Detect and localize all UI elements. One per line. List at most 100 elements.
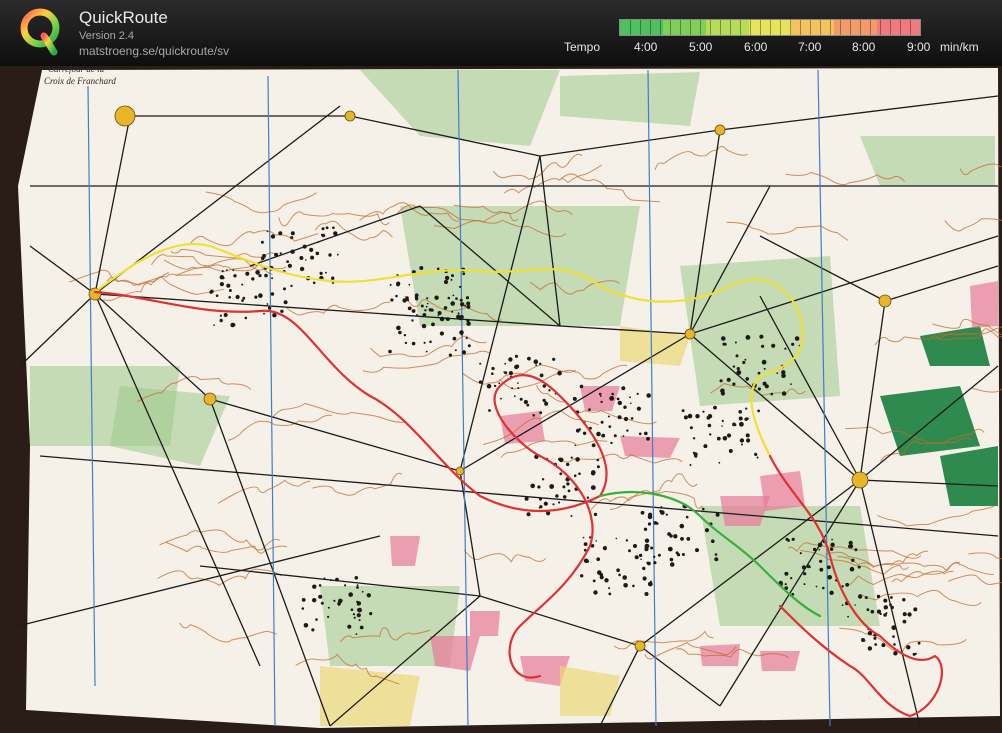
boulder-dot: [355, 633, 358, 635]
boulder-dot: [711, 539, 715, 543]
boulder-dot: [461, 350, 467, 355]
tempo-scale-tick: [700, 20, 701, 35]
boulder-dot: [279, 252, 282, 255]
tempo-scale-tick: [840, 20, 841, 35]
boulder-dot: [740, 443, 743, 446]
boulder-dot: [745, 417, 749, 421]
boulder-dot: [679, 523, 685, 529]
boulder-dot: [530, 483, 535, 489]
orienteering-map[interactable]: Carrefour de la Croix de Franchard: [0, 66, 1002, 733]
boulder-dot: [268, 306, 272, 310]
tempo-scale-tick: [790, 20, 791, 35]
map-canvas[interactable]: Carrefour de la Croix de Franchard: [0, 66, 1002, 733]
boulder-dot: [552, 357, 556, 361]
boulder-dot: [287, 263, 292, 268]
boulder-dot: [403, 334, 407, 337]
boulder-dot: [735, 354, 739, 358]
app-url-link[interactable]: matstroeng.se/quickroute/sv: [79, 44, 229, 58]
boulder-dot: [283, 300, 288, 305]
boulder-dot: [667, 546, 673, 552]
boulder-dot: [271, 277, 274, 280]
boulder-dot: [424, 309, 427, 312]
boulder-dot: [586, 496, 590, 499]
boulder-dot: [320, 601, 324, 605]
tempo-segment: [791, 20, 835, 35]
boulder-dot: [338, 598, 343, 604]
boulder-dot: [222, 276, 225, 280]
boulder-dot: [650, 546, 654, 550]
tempo-tick-label: 6:00: [744, 40, 768, 54]
boulder-dot: [221, 270, 224, 273]
tempo-scale-tick: [690, 20, 691, 35]
boulder-dot: [601, 433, 606, 438]
boulder-dot: [583, 542, 588, 546]
boulder-dot: [466, 321, 471, 326]
boulder-dot: [573, 474, 577, 478]
tempo-tick-label: 5:00: [689, 40, 713, 54]
boulder-dot: [312, 281, 316, 285]
boulder-dot: [500, 397, 502, 400]
boulder-dot: [359, 625, 364, 630]
boulder-dot: [537, 485, 541, 489]
boulder-dot: [597, 570, 602, 575]
boulder-dot: [258, 293, 263, 298]
boulder-dot: [241, 283, 244, 286]
boulder-dot: [426, 302, 429, 305]
boulder-dot: [732, 365, 736, 368]
boulder-dot: [301, 607, 305, 610]
boulder-dot: [535, 364, 537, 366]
boulder-dot: [714, 553, 718, 556]
boulder-dot: [686, 537, 691, 541]
boulder-dot: [891, 625, 897, 631]
tempo-segment: [877, 20, 921, 35]
tempo-scale-tick: [710, 20, 711, 35]
boulder-dot: [443, 306, 448, 310]
boulder-dot: [759, 334, 764, 339]
boulder-dot: [213, 324, 215, 326]
boulder-dot: [254, 295, 258, 299]
boulder-dot: [736, 370, 742, 375]
boulder-dot: [356, 584, 359, 587]
boulder-dot: [274, 252, 279, 257]
boulder-dot: [827, 565, 831, 570]
boulder-dot: [745, 407, 748, 410]
boulder-dot: [745, 377, 749, 381]
boulder-dot: [626, 429, 629, 432]
boulder-dot: [653, 555, 656, 559]
boulder-dot: [889, 603, 892, 607]
boulder-dot: [425, 305, 428, 308]
boulder-dot: [354, 576, 359, 580]
boulder-dot: [642, 566, 646, 571]
boulder-dot: [580, 574, 584, 578]
boulder-dot: [347, 624, 352, 629]
boulder-dot: [526, 403, 530, 407]
boulder-dot: [303, 623, 309, 628]
boulder-dot: [228, 296, 231, 299]
boulder-dot: [595, 540, 597, 542]
boulder-dot: [873, 636, 877, 640]
boulder-dot: [318, 594, 323, 599]
boulder-dot: [593, 512, 598, 517]
boulder-dot: [734, 424, 737, 427]
boulder-dot: [739, 438, 745, 443]
tempo-tick-label: 8:00: [852, 40, 876, 54]
boulder-dot: [450, 301, 456, 306]
tempo-scale-tick: [640, 20, 641, 35]
tempo-scale-tick: [870, 20, 871, 35]
boulder-dot: [726, 433, 732, 438]
boulder-dot: [600, 420, 604, 424]
boulder-dot: [390, 298, 394, 302]
boulder-dot: [323, 577, 326, 580]
boulder-dot: [794, 336, 800, 341]
boulder-dot: [870, 609, 875, 614]
boulder-dot: [310, 255, 315, 260]
tempo-scale-tick: [900, 20, 901, 35]
boulder-dot: [590, 471, 596, 476]
boulder-dot: [890, 605, 894, 610]
boulder-dot: [542, 398, 546, 402]
boulder-dot: [613, 434, 617, 438]
tempo-scale-tick: [860, 20, 861, 35]
boulder-dot: [578, 472, 581, 476]
boulder-dot: [683, 415, 688, 420]
boulder-dot: [874, 643, 878, 646]
